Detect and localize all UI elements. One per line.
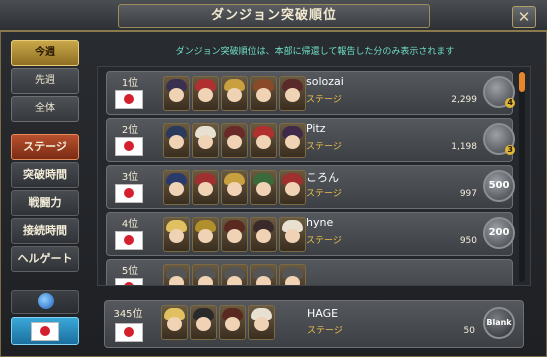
player-name: solozai	[306, 75, 344, 88]
character-portrait	[250, 170, 277, 205]
ranking-row[interactable]: 2位 Pitz ステージ 1,198 3	[106, 118, 515, 162]
stage-score: 997	[459, 189, 477, 199]
japan-flag-icon	[115, 137, 143, 156]
close-button[interactable]: ✕	[512, 6, 536, 28]
character-portrait	[163, 76, 190, 111]
character-portrait	[161, 305, 188, 340]
character-portrait	[163, 123, 190, 158]
my-ranking-row: 345位 HAGE ステージ 50 Blank	[104, 300, 524, 348]
stage-score: 50	[463, 326, 475, 336]
character-portrait	[279, 170, 306, 205]
character-portrait	[163, 170, 190, 205]
character-portrait	[192, 76, 219, 111]
badge-count: 4	[505, 98, 515, 108]
rank-badge-icon: 3	[483, 123, 515, 155]
window-title: ダンジョン突破順位	[118, 4, 430, 28]
stage-score: 2,299	[451, 95, 477, 105]
category-clear-time-button[interactable]: 突破時間	[11, 162, 79, 188]
ranking-row[interactable]: 5位	[106, 259, 513, 285]
category-stage-button[interactable]: ステージ	[11, 134, 79, 160]
stage-label: ステージ	[306, 189, 342, 199]
category-power-button[interactable]: 戦闘力	[11, 190, 79, 216]
ranking-row[interactable]: 3位 ころんステージ 997 500	[106, 165, 515, 209]
character-portrait	[279, 217, 306, 252]
character-portrait	[192, 264, 219, 285]
tab-last-week[interactable]: 先週	[11, 68, 79, 94]
character-portrait	[163, 264, 190, 285]
global-region-button[interactable]	[11, 290, 79, 314]
scroll-thumb[interactable]	[519, 72, 525, 92]
rank-badge-icon: 200	[483, 217, 515, 249]
japan-flag-icon	[115, 231, 143, 250]
rank-label: 5位	[121, 266, 139, 277]
stage-label: ステージ	[306, 142, 342, 152]
character-portrait	[192, 170, 219, 205]
japan-flag-icon	[115, 184, 143, 203]
tab-this-week[interactable]: 今週	[11, 40, 79, 66]
character-portrait	[279, 123, 306, 158]
rank-badge-icon: Blank	[483, 307, 515, 339]
japan-flag-icon	[31, 322, 59, 341]
character-portrait	[163, 217, 190, 252]
ranking-row[interactable]: 4位 hyne ステージ 950 200	[106, 212, 515, 256]
stage-label: ステージ	[306, 236, 342, 246]
rank-label: 3位	[121, 172, 139, 183]
category-login-time-button[interactable]: 接続時間	[11, 218, 79, 244]
stage-score: 950	[459, 236, 477, 246]
character-portrait	[250, 264, 277, 285]
rank-badge-icon: 500	[483, 170, 515, 202]
character-portrait	[221, 264, 248, 285]
character-portrait	[221, 170, 248, 205]
rank-label: 345位	[113, 309, 143, 320]
ranking-row[interactable]: 1位 solozai ステージ 2,299 4	[106, 71, 515, 115]
rank-label: 2位	[121, 125, 139, 136]
player-name: Pitz	[306, 122, 326, 135]
rank-label: 4位	[121, 219, 139, 230]
stage-label: ステージ	[306, 95, 342, 105]
rank-badge-icon: 4	[483, 76, 515, 108]
character-portrait	[221, 123, 248, 158]
player-name: hyne	[306, 216, 334, 229]
title-bar: ダンジョン突破順位 ✕	[0, 0, 547, 32]
character-portrait	[279, 264, 306, 285]
ranking-notice: ダンジョン突破順位は、本部に帰還して報告した分のみ表示されます	[175, 47, 455, 57]
character-portrait	[248, 305, 275, 340]
japan-flag-icon	[115, 323, 143, 342]
stage-label: ステージ	[307, 326, 343, 336]
player-name: ころん	[306, 171, 339, 184]
list-scrollbar[interactable]	[519, 70, 525, 282]
character-portrait	[279, 76, 306, 111]
rank-label: 1位	[121, 78, 139, 89]
character-portrait	[219, 305, 246, 340]
tab-overall[interactable]: 全体	[11, 96, 79, 122]
character-portrait	[250, 76, 277, 111]
category-hellgate-button[interactable]: ヘルゲート	[11, 246, 79, 272]
stage-score: 1,198	[451, 142, 477, 152]
character-portrait	[221, 217, 248, 252]
badge-count: 3	[505, 145, 515, 155]
player-name: HAGE	[307, 307, 339, 320]
character-portrait	[221, 76, 248, 111]
japan-flag-icon	[115, 278, 143, 285]
japan-flag-icon	[115, 90, 143, 109]
globe-icon	[38, 293, 54, 309]
close-icon: ✕	[517, 8, 531, 26]
character-portrait	[190, 305, 217, 340]
character-portrait	[250, 123, 277, 158]
ranking-list[interactable]: 1位 solozai ステージ 2,299 4 2位 Pitz ステージ 1,198 3 3位 こ…	[97, 66, 531, 286]
character-portrait	[250, 217, 277, 252]
character-portrait	[192, 217, 219, 252]
character-portrait	[192, 123, 219, 158]
japan-region-button[interactable]	[11, 317, 79, 345]
